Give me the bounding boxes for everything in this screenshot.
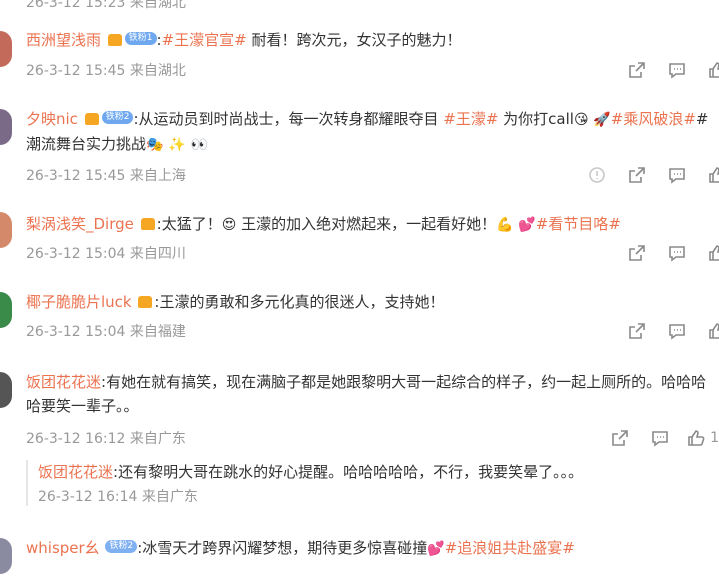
like-icon[interactable]: [707, 60, 719, 80]
crown-icon: [138, 291, 153, 315]
comment-time: 26-3-12 15:45: [26, 63, 126, 79]
heart-emoji-icon: 💕: [518, 217, 536, 233]
crown-icon: [84, 108, 99, 132]
hashtag-link[interactable]: #乘风破浪#: [611, 110, 696, 128]
comment-item: 梨涡浅笑_Dirge :太猛了！😍 王濛的加入绝对燃起来，一起看好她！💪 💕#看…: [0, 212, 719, 272]
comment-actions: [607, 243, 719, 263]
crown-icon: [107, 29, 122, 53]
crown-icon: [140, 213, 155, 237]
comment-text: :从运动员到时尚战士，每一次转身都耀眼夺目: [133, 110, 444, 128]
report-icon[interactable]: [587, 165, 607, 185]
username[interactable]: 西洲望浅雨: [26, 31, 101, 49]
comment-text: :冰雪天才跨界闪耀梦想，期待更多惊喜碰撞: [137, 539, 428, 557]
comment-time: 26-3-12 15:04: [26, 324, 126, 340]
comment-text: 为你打call: [498, 110, 574, 128]
username[interactable]: whisper幺: [26, 539, 100, 557]
reply-body: 饭团花花迷:还有黎明大哥在跳水的好心提醒。哈哈哈哈哈，不行，我要笑晕了。。。: [38, 460, 715, 484]
comment-item: 夕映nic 铁粉2:从运动员到时尚战士，每一次转身都耀眼夺目 #王濛# 为你打c…: [0, 107, 719, 187]
like-icon[interactable]: [686, 428, 706, 448]
username[interactable]: 夕映nic: [26, 110, 78, 128]
reply-item: 饭团花花迷:还有黎明大哥在跳水的好心提醒。哈哈哈哈哈，不行，我要笑晕了。。。 2…: [26, 460, 715, 506]
like-icon[interactable]: [707, 321, 719, 341]
share-icon[interactable]: [627, 243, 647, 263]
hashtag-link[interactable]: #追浪姐共赴盛宴#: [445, 539, 575, 557]
like-icon[interactable]: [707, 243, 719, 263]
share-icon[interactable]: [627, 165, 647, 185]
comment-text: :太猛了！: [156, 215, 222, 233]
like-icon[interactable]: [707, 165, 719, 185]
emoji-icon: 🎭: [146, 137, 164, 153]
reply-time: 26-3-12 16:14: [38, 489, 138, 505]
comment-item: 饭团花花迷:有她在就有搞笑，现在满脑子都是她跟黎明大哥一起综合的样子，约一起上厕…: [0, 370, 719, 450]
comment-actions: [607, 321, 719, 341]
avatar[interactable]: [0, 212, 12, 248]
comment-meta: 26-3-12 16:12 来自广东: [26, 428, 186, 448]
fan-badge: 铁粉2: [101, 111, 134, 124]
comment-time: 26-3-12 15:04: [26, 246, 126, 262]
like-count: 1: [710, 430, 719, 446]
hashtag-link[interactable]: #看节目咯#: [536, 215, 621, 233]
fan-badge: 铁粉2: [105, 540, 138, 553]
comment-item: 椰子脆脆片luck :王濛的勇敢和多元化真的很迷人，支持她！ 26-3-12 1…: [0, 290, 719, 350]
comment-item: whisper幺 铁粉2:冰雪天才跨界闪耀梦想，期待更多惊喜碰撞💕#追浪姐共赴盛…: [0, 536, 719, 576]
comment-body: whisper幺 铁粉2:冰雪天才跨界闪耀梦想，期待更多惊喜碰撞💕#追浪姐共赴盛…: [26, 536, 715, 561]
comment-location: 来自湖北: [129, 63, 186, 79]
reply-location: 来自广东: [141, 489, 198, 505]
comment-meta: 26-3-12 15:45 来自上海: [26, 165, 186, 185]
comment-location: 来自广东: [129, 431, 186, 447]
rocket-emoji-icon: 🚀: [593, 112, 611, 128]
comment-meta: 26-3-12 15:45 来自湖北: [26, 60, 186, 80]
comment-actions: [567, 165, 719, 185]
comment-text: 王濛的加入绝对燃起来，一起看好她！: [236, 215, 497, 233]
comment-actions: 1: [590, 428, 719, 448]
reply-meta: 26-3-12 16:14 来自广东: [38, 486, 715, 506]
avatar[interactable]: [0, 109, 12, 145]
hashtag-link[interactable]: #王濛#: [443, 110, 498, 128]
comment-body: 椰子脆脆片luck :王濛的勇敢和多元化真的很迷人，支持她！: [26, 290, 715, 315]
username[interactable]: 饭团花花迷: [26, 373, 101, 391]
emoji-icon: 😘: [573, 112, 589, 128]
share-icon[interactable]: [610, 428, 630, 448]
comment-meta: 26-3-12 15:04 来自福建: [26, 321, 186, 341]
comment-time: 26-3-12 15:45: [26, 168, 126, 184]
reply-text: :还有黎明大哥在跳水的好心提醒。哈哈哈哈哈，不行，我要笑晕了。。。: [113, 463, 584, 481]
comment-body: 梨涡浅笑_Dirge :太猛了！😍 王濛的加入绝对燃起来，一起看好她！💪 💕#看…: [26, 212, 715, 237]
comment-location: 来自四川: [129, 246, 186, 262]
comment-icon[interactable]: [667, 243, 687, 263]
comment-item: 西洲望浅雨 铁粉1:#王濛官宣# 耐看！跨次元，女汉子的魅力！ 26-3-12 …: [0, 26, 719, 86]
share-icon[interactable]: [627, 321, 647, 341]
comment-icon[interactable]: [650, 428, 670, 448]
username[interactable]: 饭团花花迷: [38, 463, 113, 481]
heart-emoji-icon: 💕: [427, 541, 445, 557]
fan-badge: 铁粉1: [124, 32, 157, 45]
comment-text: 耐看！跨次元，女汉子的魅力！: [246, 31, 462, 49]
comment-time: 26-3-12 16:12: [26, 431, 126, 447]
username[interactable]: 梨涡浅笑_Dirge: [26, 215, 134, 233]
avatar[interactable]: [0, 372, 12, 408]
username[interactable]: 椰子脆脆片luck: [26, 293, 132, 311]
heart-eyes-emoji-icon: 😍: [221, 217, 237, 233]
avatar[interactable]: [0, 292, 12, 328]
comment-body: 夕映nic 铁粉2:从运动员到时尚战士，每一次转身都耀眼夺目 #王濛# 为你打c…: [26, 107, 715, 157]
previous-comment-meta: 26-3-12 15:23 来自湖北: [26, 0, 186, 11]
comment-icon[interactable]: [667, 60, 687, 80]
comment-meta: 26-3-12 15:04 来自四川: [26, 243, 186, 263]
avatar[interactable]: [0, 31, 12, 67]
eyes-emoji-icon: 👀: [190, 137, 208, 153]
hashtag-link[interactable]: #王濛官宣#: [162, 31, 247, 49]
comment-body: 西洲望浅雨 铁粉1:#王濛官宣# 耐看！跨次元，女汉子的魅力！: [26, 28, 715, 53]
share-icon[interactable]: [627, 60, 647, 80]
muscle-emoji-icon: 💪: [496, 217, 514, 233]
comment-location: 来自福建: [129, 324, 186, 340]
comment-icon[interactable]: [667, 321, 687, 341]
comment-icon[interactable]: [667, 165, 687, 185]
comment-body: 饭团花花迷:有她在就有搞笑，现在满脑子都是她跟黎明大哥一起综合的样子，约一起上厕…: [26, 370, 715, 418]
avatar[interactable]: [0, 538, 12, 574]
comment-location: 来自上海: [129, 168, 186, 184]
comment-text: :有她在就有搞笑，现在满脑子都是她跟黎明大哥一起综合的样子，约一起上厕所的。哈哈…: [26, 373, 707, 415]
comment-text: :王濛的勇敢和多元化真的很迷人，支持她！: [154, 293, 445, 311]
sparkle-emoji-icon: ✨: [168, 137, 186, 153]
comment-actions: [607, 60, 719, 80]
